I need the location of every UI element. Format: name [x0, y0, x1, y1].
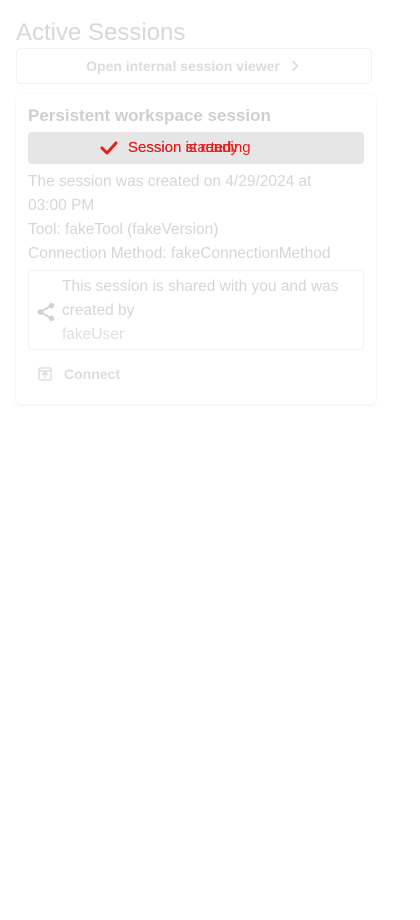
shared-session-text: This session is shared with you and was …	[62, 278, 339, 319]
session-card: Persistent workspace session Session is …	[16, 94, 376, 404]
session-card-title: Persistent workspace session	[28, 106, 271, 125]
chevron-right-icon	[288, 59, 302, 73]
session-connection-text: Connection Method: fakeConnectionMethod	[28, 245, 331, 262]
share-icon	[35, 301, 57, 323]
shared-session-user: fakeUser	[62, 326, 125, 343]
page-title: Active Sessions	[16, 19, 186, 46]
connect-button-label: Connect	[64, 366, 120, 382]
session-status-text-3: Session is ready	[128, 139, 239, 156]
open-in-new-icon	[36, 365, 54, 383]
open-session-viewer-button[interactable]: Open internal session viewer	[16, 48, 372, 84]
session-tool-text: Tool: fakeTool (fakeVersion)	[28, 221, 219, 238]
page: Active Sessions Open internal session vi…	[0, 0, 420, 920]
check-icon	[100, 140, 118, 156]
shared-session-notice: This session is shared with you and was …	[28, 270, 364, 350]
session-status-bar: Session is running Session started Sessi…	[28, 132, 364, 164]
open-session-viewer-label: Open internal session viewer	[86, 58, 280, 74]
session-created-text: The session was created on 4/29/2024 at …	[28, 173, 312, 214]
connect-button[interactable]: Connect	[28, 360, 128, 388]
